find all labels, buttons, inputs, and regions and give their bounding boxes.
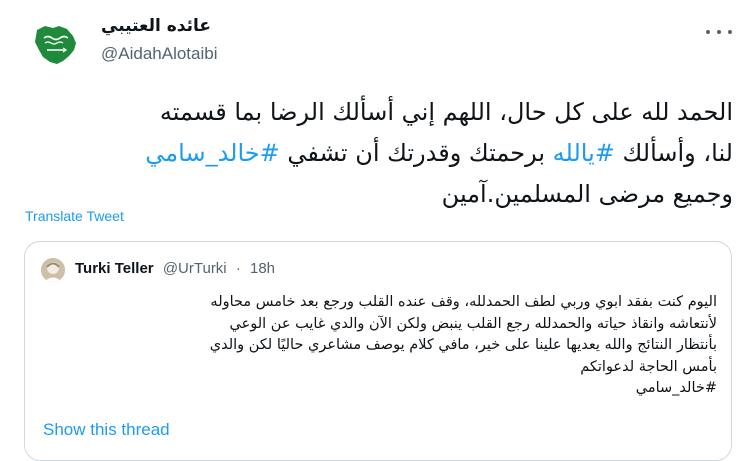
meta-separator: ·	[235, 260, 241, 277]
tweet-text: الحمد لله على كل حال، اللهم إني أسألك ال…	[22, 92, 733, 215]
quoted-line-1: اليوم كنت بفقد ابوي وربي لطف الحمدلله، و…	[210, 294, 717, 310]
quoted-author-name[interactable]: Turki Teller	[75, 260, 154, 277]
quoted-author-avatar[interactable]	[41, 258, 65, 282]
translate-tweet-link[interactable]: Translate Tweet	[25, 208, 124, 224]
saudi-flag-map-icon	[35, 26, 76, 64]
hashtag-link-yallah[interactable]: #يالله	[553, 139, 615, 167]
more-options-icon[interactable]	[706, 22, 732, 42]
quoted-tweet-time[interactable]: 18h	[250, 260, 275, 277]
author-handle[interactable]: @AidahAlotaibi	[101, 44, 218, 64]
author-display-name[interactable]: عائده العتيبي	[101, 16, 211, 36]
tweet-text-segment: برحمتك وقدرتك أن تشفي	[279, 139, 553, 167]
show-thread-link[interactable]: Show this thread	[43, 420, 170, 440]
hashtag-link-khalid-sami[interactable]: #خالد_سامي	[145, 139, 279, 167]
quoted-line-4: بأمس الحاجة لدعواتكم	[580, 358, 717, 375]
person-photo-icon	[41, 258, 65, 282]
author-avatar[interactable]	[23, 12, 86, 75]
tweet-line-2: لنا، وأسألك #يالله برحمتك وقدرتك أن تشفي…	[22, 133, 733, 174]
quoted-tweet-card[interactable]: Turki Teller @UrTurki · 18h اليوم كنت بف…	[24, 241, 732, 461]
quoted-line-2: لأنتعاشه وانقاذ حياته والحمدلله رجع القل…	[229, 315, 717, 332]
tweet-line-1: الحمد لله على كل حال، اللهم إني أسألك ال…	[159, 98, 733, 126]
quoted-tweet-text: اليوم كنت بفقد ابوي وربي لطف الحمدلله، و…	[39, 292, 717, 400]
quoted-line-3: بأنتظار النتائج والله يعديها علينا على خ…	[209, 337, 717, 353]
tweet-line-3: وجميع مرضى المسلمين.آمين	[441, 180, 733, 208]
quoted-tweet-header: Turki Teller @UrTurki · 18h	[75, 260, 275, 277]
quoted-author-handle[interactable]: @UrTurki	[163, 260, 227, 277]
quoted-line-5: #خالد_سامي	[635, 380, 717, 396]
tweet-text-segment: لنا، وأسألك	[614, 139, 733, 167]
